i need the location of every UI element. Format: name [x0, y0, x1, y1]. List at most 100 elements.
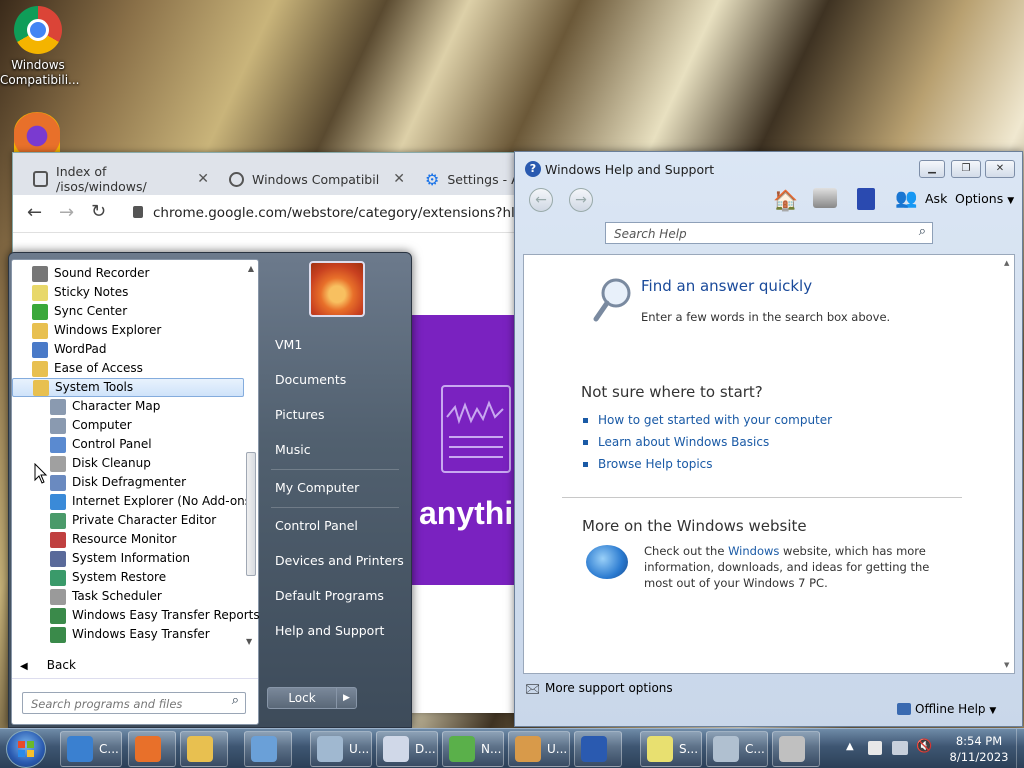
taskbar-button[interactable] [128, 731, 176, 767]
program-item[interactable]: Sound Recorder [32, 264, 149, 283]
close-button[interactable]: ✕ [985, 160, 1015, 178]
back-button[interactable]: ◀ Back [20, 658, 76, 672]
start-right-item[interactable]: My Computer [275, 480, 359, 495]
windows-website-link[interactable]: Windows [728, 544, 779, 558]
program-item[interactable]: WordPad [32, 340, 107, 359]
back-arrow-icon[interactable]: ← [27, 202, 42, 223]
back-button[interactable]: ← [529, 188, 553, 212]
search-icon[interactable]: ⌕ [232, 693, 239, 708]
taskbar-button[interactable] [772, 731, 820, 767]
taskbar-button[interactable]: N... [442, 731, 504, 767]
maximize-button[interactable]: ❐ [951, 160, 981, 178]
taskbar-button[interactable]: U... [310, 731, 372, 767]
promo-banner[interactable]: anythi [411, 315, 517, 585]
program-label: WordPad [54, 342, 107, 356]
browse-help-icon[interactable] [857, 188, 875, 210]
taskbar-button[interactable] [244, 731, 292, 767]
volume-muted-icon[interactable]: 🔇 [916, 739, 932, 754]
taskbar-button[interactable]: C... [706, 731, 768, 767]
tab-windows-compatibility[interactable]: Windows Compatibility ✕ [219, 163, 415, 195]
program-item[interactable]: Sticky Notes [32, 283, 128, 302]
close-tab-icon[interactable]: ✕ [197, 171, 209, 187]
desktop-icon-firefox[interactable] [14, 112, 64, 152]
taskbar-button[interactable]: D... [376, 731, 438, 767]
program-item[interactable]: Private Character Editor [50, 511, 216, 530]
shutdown-options-arrow-icon[interactable]: ▶ [336, 688, 356, 708]
search-icon[interactable]: ⌕ [919, 224, 926, 239]
program-item[interactable]: Sync Center [32, 302, 127, 321]
program-item[interactable]: Computer [50, 416, 132, 435]
program-item[interactable]: Disk Defragmenter [50, 473, 186, 492]
start-right-item[interactable]: VM1 [275, 337, 302, 352]
program-label: System Restore [72, 570, 167, 584]
program-item[interactable]: Task Scheduler [50, 587, 162, 606]
minimize-button[interactable]: ▁ [919, 160, 945, 178]
lock-button[interactable]: Lock ▶ [267, 687, 357, 709]
program-item[interactable]: Windows Explorer [32, 321, 161, 340]
reload-icon[interactable]: ↻ [91, 201, 106, 222]
start-right-item[interactable]: Default Programs [275, 588, 384, 603]
scrollbar-thumb[interactable] [246, 452, 256, 576]
help-link-browse-topics[interactable]: Browse Help topics [583, 457, 713, 471]
taskbar-button[interactable]: C... [60, 731, 122, 767]
program-icon [32, 341, 48, 358]
program-item[interactable]: System Restore [50, 568, 166, 587]
close-tab-icon[interactable]: ✕ [393, 171, 405, 187]
program-item[interactable]: Character Map [50, 397, 160, 416]
program-item[interactable]: Ease of Access [32, 359, 143, 378]
more-website-text: Check out the Windows website, which has… [644, 543, 944, 591]
help-search-input[interactable]: Search Help ⌕ [605, 222, 933, 244]
start-right-item[interactable]: Devices and Printers [275, 553, 404, 568]
program-item[interactable]: System Information [50, 549, 190, 568]
program-icon [32, 303, 48, 320]
url-field[interactable]: chrome.google.com/webstore/category/exte… [153, 205, 543, 221]
start-right-item[interactable]: Help and Support [275, 623, 384, 638]
program-item[interactable]: Internet Explorer (No Add-ons) [50, 492, 256, 511]
program-item[interactable]: Windows Easy Transfer [50, 625, 210, 644]
home-icon[interactable]: 🏠 [773, 188, 798, 212]
program-item[interactable]: Disk Cleanup [50, 454, 151, 473]
help-link-windows-basics[interactable]: Learn about Windows Basics [583, 435, 769, 449]
forward-button[interactable]: → [569, 188, 593, 212]
scrollbar[interactable]: ▲ ▼ [1004, 259, 1012, 669]
help-link-get-started[interactable]: How to get started with your computer [583, 413, 832, 427]
more-support-options-link[interactable]: More support options [545, 681, 673, 695]
program-item[interactable]: Resource Monitor [50, 530, 176, 549]
start-right-item[interactable]: Control Panel [275, 518, 358, 533]
ask-icon[interactable]: 👥 [895, 188, 917, 209]
program-item[interactable]: System Tools [12, 378, 244, 397]
user-avatar[interactable] [309, 261, 365, 317]
start-right-item[interactable]: Pictures [275, 407, 325, 422]
start-right-item[interactable]: Documents [275, 372, 346, 387]
tab-strip: Index of /isos/windows/ ✕ Windows Compat… [13, 153, 528, 195]
taskbar-button[interactable] [180, 731, 228, 767]
clock[interactable]: 8:54 PM 8/11/2023 [944, 733, 1014, 765]
programs-scrollbar[interactable]: ▲ ▼ [246, 264, 256, 646]
program-icon [50, 626, 66, 643]
action-center-icon[interactable] [868, 741, 882, 755]
desktop-icon-windows-compatibility[interactable]: Windows Compatibili... [0, 6, 79, 88]
program-item[interactable]: Control Panel [50, 435, 152, 454]
start-right-item[interactable]: Music [275, 442, 311, 457]
program-icon [50, 550, 66, 567]
options-button[interactable]: Options ▼ [955, 191, 1014, 206]
bullet-icon [583, 418, 588, 423]
taskbar-button[interactable]: S... [640, 731, 702, 767]
taskbar-button[interactable] [574, 731, 622, 767]
start-button[interactable] [6, 730, 46, 768]
show-hidden-icons[interactable]: ▲ [846, 741, 854, 752]
print-icon[interactable] [813, 188, 837, 208]
taskbar-button[interactable]: U... [508, 731, 570, 767]
tab-index-isos[interactable]: Index of /isos/windows/ ✕ [23, 163, 219, 195]
show-desktop-button[interactable] [1016, 729, 1024, 768]
start-search-input[interactable]: Search programs and files ⌕ [22, 692, 246, 714]
tab-settings[interactable]: ⚙ Settings - Ap [415, 163, 528, 195]
help-icon: ? [525, 161, 541, 177]
options-label: Options [955, 191, 1004, 206]
paint-icon [515, 736, 541, 762]
offline-help-button[interactable]: Offline Help ▼ [915, 702, 996, 716]
forward-arrow-icon[interactable]: → [59, 202, 74, 223]
network-tray-icon[interactable] [892, 741, 908, 755]
program-item[interactable]: Windows Easy Transfer Reports [50, 606, 260, 625]
ask-button[interactable]: Ask [925, 191, 947, 206]
